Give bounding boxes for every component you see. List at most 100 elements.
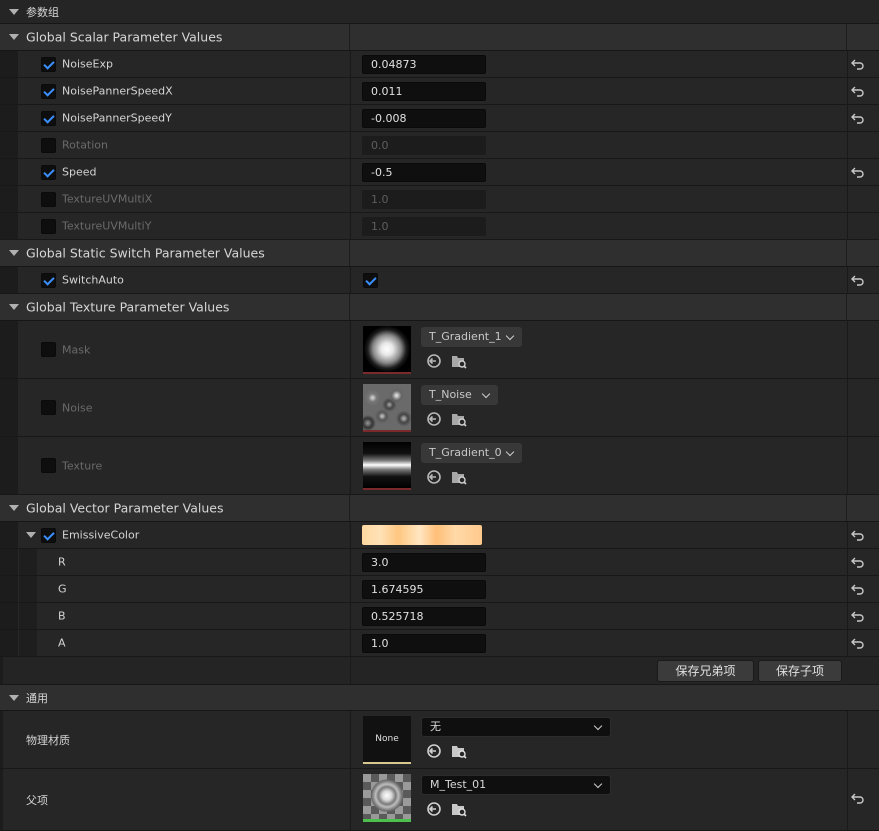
component-name: G	[58, 582, 67, 596]
param-row-noisepannerspeedx: NoisePannerSpeedX 0.011	[0, 78, 879, 105]
param-row-noise: Noise T_Noise	[0, 379, 879, 437]
component-value-input[interactable]: 0.525718	[362, 607, 486, 626]
browse-folder-icon[interactable]	[451, 743, 467, 759]
texture-thumbnail[interactable]	[363, 384, 411, 432]
param-row-textureuvmultiy: TextureUVMultiY 1.0	[0, 213, 879, 240]
use-selected-asset-icon[interactable]	[426, 801, 442, 817]
browse-folder-icon[interactable]	[451, 469, 467, 485]
param-row-texture: Texture T_Gradient_0	[0, 437, 879, 495]
reset-arrow-icon[interactable]	[851, 167, 865, 179]
component-name: R	[58, 555, 66, 569]
use-selected-asset-icon[interactable]	[426, 469, 442, 485]
reset-arrow-icon[interactable]	[851, 584, 865, 596]
param-value-input[interactable]: -0.008	[362, 109, 486, 128]
expand-arrow-icon[interactable]	[9, 34, 19, 40]
param-name: SwitchAuto	[62, 273, 124, 287]
param-name: NoisePannerSpeedX	[62, 84, 173, 98]
component-value-input[interactable]: 1.674595	[362, 580, 486, 599]
reset-arrow-icon[interactable]	[851, 86, 865, 98]
parent-material-thumbnail[interactable]	[363, 774, 411, 822]
expand-arrow-icon[interactable]	[9, 8, 19, 15]
color-component-row-b: B 0.525718	[0, 603, 879, 630]
param-value-input: 0.0	[362, 136, 486, 155]
param-enable-checkbox[interactable]	[41, 111, 56, 126]
category-title: Global Texture Parameter Values	[26, 299, 230, 315]
parent-material-combo[interactable]: M_Test_01	[421, 775, 611, 795]
reset-arrow-icon[interactable]	[851, 530, 865, 542]
category-title: 通用	[26, 691, 48, 705]
expand-arrow-icon[interactable]	[9, 304, 19, 310]
param-name: Rotation	[62, 138, 109, 152]
parent-label: 父项	[26, 793, 48, 807]
switch-value-checkbox[interactable]	[363, 273, 378, 288]
category-static-switch-parameters[interactable]: Global Static Switch Parameter Values	[0, 240, 879, 267]
param-name: Speed	[62, 165, 97, 179]
save-children-button[interactable]: 保存子项	[758, 660, 842, 682]
color-component-row-a: A 1.0	[0, 630, 879, 657]
category-general[interactable]: 通用	[0, 685, 879, 711]
component-value-input[interactable]: 1.0	[362, 634, 486, 653]
expand-arrow-icon[interactable]	[9, 250, 19, 256]
phys-material-combo[interactable]: 无	[421, 717, 611, 737]
param-value-input[interactable]: 0.011	[362, 82, 486, 101]
param-enable-checkbox[interactable]	[41, 57, 56, 72]
param-value-input[interactable]: -0.5	[362, 163, 486, 182]
category-parameter-groups[interactable]: 参数组	[0, 0, 879, 24]
component-value-input[interactable]: 3.0	[362, 553, 486, 572]
expand-arrow-icon[interactable]	[9, 694, 19, 701]
param-row-speed: Speed -0.5	[0, 159, 879, 186]
param-enable-checkbox[interactable]	[41, 165, 56, 180]
asset-picker-combo[interactable]: T_Gradient_0	[421, 443, 522, 463]
category-vector-parameters[interactable]: Global Vector Parameter Values	[0, 495, 879, 522]
texture-thumbnail[interactable]	[363, 442, 411, 490]
param-enable-checkbox[interactable]	[41, 219, 56, 234]
save-siblings-button[interactable]: 保存兄弟项	[657, 660, 754, 682]
reset-arrow-icon[interactable]	[851, 638, 865, 650]
param-value-input[interactable]: 0.04873	[362, 55, 486, 74]
asset-picker-combo[interactable]: T_Gradient_1	[421, 327, 522, 347]
param-name: TextureUVMultiY	[62, 219, 152, 233]
phys-material-thumbnail[interactable]: None	[363, 716, 411, 764]
param-enable-checkbox[interactable]	[41, 458, 56, 473]
reset-arrow-icon[interactable]	[851, 793, 865, 805]
parent-row: 父项 M_Test_01	[0, 769, 879, 831]
expand-arrow-icon[interactable]	[9, 505, 19, 511]
param-value-input: 1.0	[362, 217, 486, 236]
param-enable-checkbox[interactable]	[41, 84, 56, 99]
chevron-down-icon	[505, 447, 515, 457]
use-selected-asset-icon[interactable]	[426, 353, 442, 369]
param-enable-checkbox[interactable]	[41, 342, 56, 357]
use-selected-asset-icon[interactable]	[426, 743, 442, 759]
chevron-down-icon	[481, 389, 491, 399]
reset-arrow-icon[interactable]	[851, 275, 865, 287]
param-enable-checkbox[interactable]	[41, 273, 56, 288]
browse-folder-icon[interactable]	[451, 411, 467, 427]
category-scalar-parameters[interactable]: Global Scalar Parameter Values	[0, 24, 879, 51]
browse-folder-icon[interactable]	[451, 353, 467, 369]
reset-arrow-icon[interactable]	[851, 113, 865, 125]
reset-arrow-icon[interactable]	[851, 611, 865, 623]
texture-thumbnail[interactable]	[363, 326, 411, 374]
category-texture-parameters[interactable]: Global Texture Parameter Values	[0, 294, 879, 321]
details-panel: 参数组 Global Scalar Parameter Values Noise…	[0, 0, 879, 831]
save-buttons-row: 保存兄弟项 保存子项	[0, 657, 879, 685]
category-title: 参数组	[26, 5, 59, 19]
browse-folder-icon[interactable]	[451, 801, 467, 817]
param-enable-checkbox[interactable]	[41, 138, 56, 153]
use-selected-asset-icon[interactable]	[426, 411, 442, 427]
param-enable-checkbox[interactable]	[41, 192, 56, 207]
component-name: B	[58, 609, 66, 623]
asset-picker-combo[interactable]: T_Noise	[421, 385, 498, 405]
param-row-emissivecolor: EmissiveColor	[0, 522, 879, 549]
param-row-rotation: Rotation 0.0	[0, 132, 879, 159]
param-name: NoiseExp	[62, 57, 113, 71]
param-enable-checkbox[interactable]	[41, 400, 56, 415]
reset-arrow-icon[interactable]	[851, 59, 865, 71]
reset-arrow-icon[interactable]	[851, 557, 865, 569]
category-title: Global Scalar Parameter Values	[26, 29, 223, 45]
color-swatch[interactable]	[362, 525, 482, 545]
param-row-noisepannerspeedy: NoisePannerSpeedY -0.008	[0, 105, 879, 132]
category-title: Global Vector Parameter Values	[26, 500, 224, 516]
expand-arrow-icon[interactable]	[26, 532, 36, 538]
param-enable-checkbox[interactable]	[41, 528, 56, 543]
